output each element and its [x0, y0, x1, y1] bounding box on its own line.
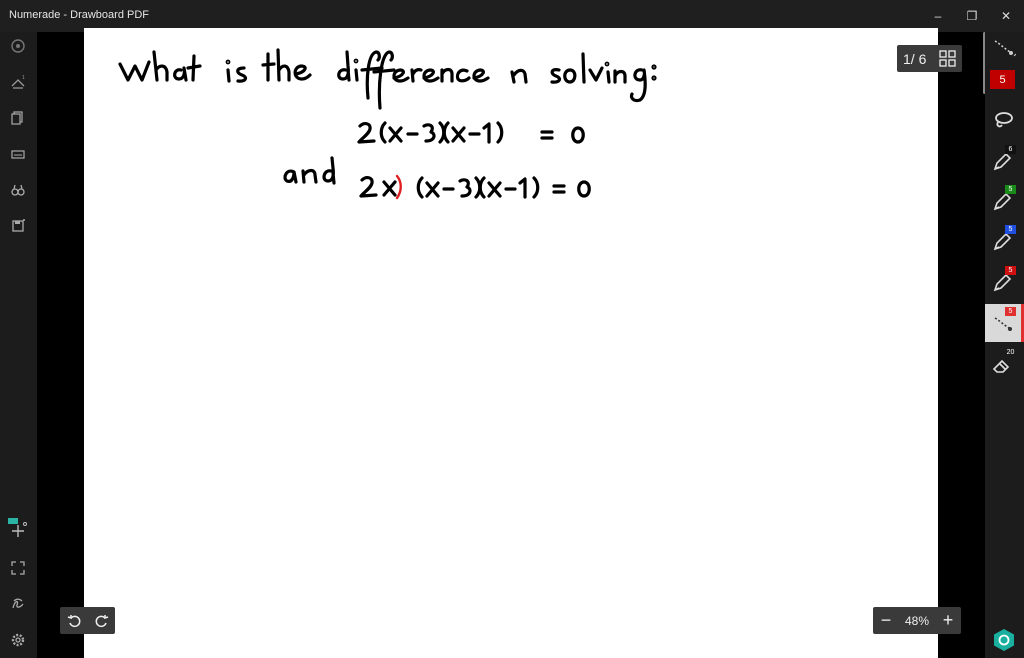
handwriting-button[interactable] [6, 592, 30, 616]
ink-word-and [283, 156, 336, 185]
zoom-level: 48% [904, 614, 930, 628]
undo-icon [67, 614, 80, 627]
pen-tool-green[interactable]: 5 [985, 183, 1024, 221]
pen-icon [993, 152, 1012, 171]
eraser-tool[interactable]: 20 [985, 346, 1024, 384]
record-button[interactable] [6, 34, 30, 58]
ink-word-the [261, 48, 312, 82]
dotted-line-icon [994, 317, 1012, 331]
close-button[interactable]: ✕ [989, 0, 1023, 32]
zoom-in-button[interactable]: + [935, 607, 961, 634]
ink-color-button[interactable]: 5 [990, 70, 1015, 89]
zoom-controls: − 48% + [873, 607, 961, 634]
annotation-list-icon: 1 [11, 75, 25, 89]
handwriting-icon [12, 598, 24, 609]
gear-icon [11, 633, 25, 647]
ink-word-difference [337, 50, 490, 110]
handwritten-ink [118, 48, 657, 200]
lasso-icon [995, 112, 1013, 128]
save-button[interactable] [6, 214, 30, 238]
eraser-icon [992, 359, 1010, 373]
pen-size-badge: 5 [1005, 266, 1016, 275]
zoom-out-button[interactable]: − [873, 607, 899, 634]
pen-size-badge: 5 [1005, 225, 1016, 234]
redo-icon [95, 614, 108, 627]
pen-tool-blue[interactable]: 5 [985, 223, 1024, 261]
ruler-icon [8, 518, 27, 537]
dotted-line-tool-top[interactable] [985, 34, 1024, 64]
page-indicator[interactable]: 1/ 6 [897, 45, 962, 72]
grid-icon[interactable] [939, 50, 956, 67]
save-icon [12, 219, 25, 232]
dotted-line-icon [994, 40, 1016, 57]
ink-word-what [118, 50, 202, 82]
pages-icon [11, 111, 23, 125]
search-button[interactable] [6, 178, 30, 202]
ink-equation-1 [357, 121, 585, 144]
pen-icon [993, 192, 1012, 211]
eraser-size-badge: 20 [1006, 349, 1015, 356]
keyboard-button[interactable] [6, 142, 30, 166]
lasso-tool[interactable] [985, 101, 1024, 139]
pen-size-badge: 5 [1005, 185, 1016, 194]
annotations-button[interactable]: 1 [6, 70, 30, 94]
pen-tool-red[interactable]: 5 [985, 264, 1024, 302]
undo-button[interactable] [60, 607, 87, 634]
keyboard-icon [11, 150, 25, 159]
fit-screen-button[interactable] [6, 556, 30, 580]
undo-redo-group [60, 607, 115, 634]
pen-icon [993, 273, 1012, 292]
pen-size-badge: 6 [1005, 145, 1016, 154]
ink-equation-2 [359, 176, 591, 199]
hexagon-settings-icon [994, 629, 1014, 651]
ink-word-is [225, 59, 248, 83]
binoculars-icon [11, 184, 25, 196]
ink-word-in [510, 68, 528, 84]
page-number: 1/ 6 [903, 51, 927, 67]
dotted-line-tool[interactable]: 5 [985, 304, 1024, 342]
app-menu-button[interactable] [991, 627, 1017, 653]
svg-text:1: 1 [22, 75, 25, 81]
pen-icon [993, 232, 1012, 251]
record-icon [11, 39, 25, 53]
pdf-page[interactable] [84, 28, 938, 658]
redo-button[interactable] [88, 607, 115, 634]
ink-word-solving [550, 52, 657, 103]
ink-red-paren [395, 174, 402, 200]
expand-icon [11, 561, 25, 575]
restore-button[interactable]: ❐ [955, 0, 989, 32]
ruler-button[interactable] [6, 516, 30, 540]
pen-tool-black[interactable]: 6 [985, 143, 1024, 181]
app-title: Numerade - Drawboard PDF [9, 9, 149, 21]
settings-button[interactable] [6, 628, 30, 652]
tool-size-badge: 5 [1005, 307, 1016, 316]
pages-button[interactable] [6, 106, 30, 130]
